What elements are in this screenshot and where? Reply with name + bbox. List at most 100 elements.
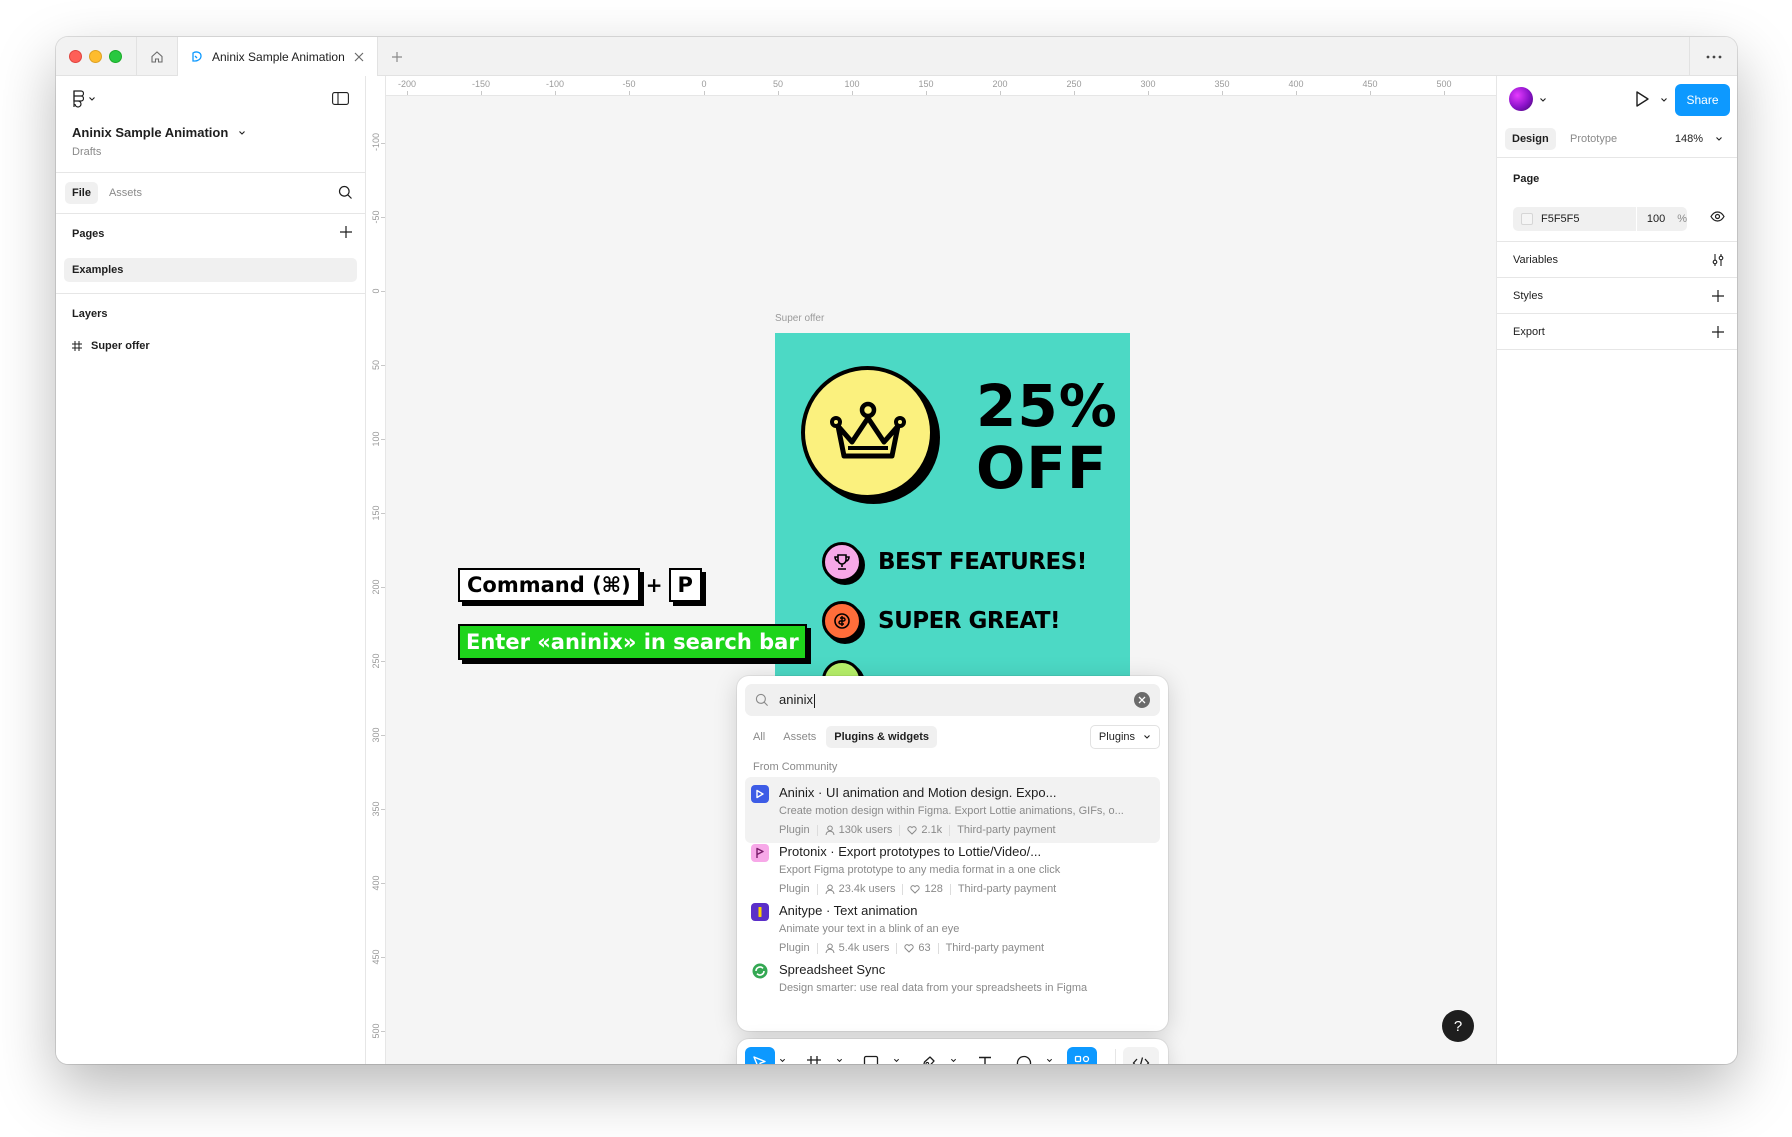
layers-title: Layers	[72, 308, 108, 320]
offer-percent: 25%	[976, 372, 1118, 440]
page-item-examples[interactable]: Examples	[64, 258, 357, 282]
new-tab-button[interactable]	[388, 48, 406, 66]
add-page-button[interactable]	[339, 225, 353, 244]
key-plus: +	[645, 573, 663, 597]
coin-badge	[822, 601, 862, 641]
share-button[interactable]: Share	[1675, 84, 1730, 116]
type-select[interactable]: Plugins	[1089, 725, 1160, 749]
trophy-badge	[822, 542, 862, 582]
page-section: Page F5F5F5 100 %	[1497, 158, 1737, 242]
ruler-label: 400	[1288, 79, 1304, 89]
layer-item-super-offer[interactable]: Super offer	[72, 340, 150, 352]
move-tool-button[interactable]	[745, 1047, 775, 1064]
feature-label: BEST FEATURES!	[878, 549, 1087, 575]
user-icon	[825, 943, 835, 953]
text-icon	[979, 1056, 991, 1064]
chevron-down-icon[interactable]	[1539, 96, 1547, 104]
variables-section: Variables	[1497, 242, 1737, 278]
result-users: 5.4k users	[838, 942, 890, 954]
main-menu-button[interactable]	[72, 90, 96, 108]
filter-assets[interactable]: Assets	[775, 726, 824, 748]
result-title: Anitype · Text animation	[779, 903, 918, 918]
styles-section: Styles	[1497, 278, 1737, 314]
page-color-field[interactable]: F5F5F5 100 %	[1513, 207, 1687, 231]
user-icon	[825, 825, 835, 835]
file-location[interactable]: Drafts	[72, 146, 101, 158]
frame-label[interactable]: Super offer	[775, 313, 824, 324]
close-icon	[1138, 696, 1146, 704]
search-input[interactable]: aninix	[745, 684, 1160, 716]
filter-plugins-widgets[interactable]: Plugins & widgets	[826, 726, 937, 748]
plus-icon[interactable]	[1711, 289, 1725, 303]
search-result[interactable]: Protonix · Export prototypes to Lottie/V…	[745, 836, 1160, 902]
dev-mode-toggle[interactable]	[1123, 1047, 1159, 1064]
search-result[interactable]: Aninix · UI animation and Motion design.…	[745, 777, 1160, 843]
page-opacity[interactable]: 100 %	[1635, 207, 1687, 231]
close-window-button[interactable]	[69, 50, 82, 63]
tab-file[interactable]: File	[65, 182, 98, 204]
filter-all[interactable]: All	[745, 726, 773, 748]
more-options-button[interactable]	[1689, 37, 1737, 76]
ruler-label: 200	[371, 579, 381, 595]
super-offer-frame[interactable]: 25% OFF BEST FEATURES! SUPER GREAT!	[775, 333, 1130, 678]
result-title: Protonix · Export prototypes to Lottie/V…	[779, 844, 1042, 859]
search-query-text: aninix	[779, 692, 813, 708]
chevron-down-icon[interactable]	[950, 1057, 957, 1064]
ellipsis-icon	[1706, 55, 1721, 58]
tab-assets[interactable]: Assets	[102, 182, 149, 204]
chevron-down-icon[interactable]	[1046, 1057, 1053, 1064]
avatar[interactable]	[1509, 87, 1533, 111]
chevron-down-icon[interactable]	[1660, 96, 1668, 104]
present-icon[interactable]	[1634, 90, 1650, 108]
result-meta: Plugin 5.4k users 63 Third-party payment	[779, 942, 1044, 954]
ruler-label: 350	[1214, 79, 1230, 89]
crown-badge	[801, 366, 934, 499]
chevron-down-icon[interactable]	[893, 1057, 900, 1064]
offer-off: OFF	[976, 434, 1108, 502]
toggle-sidebar-button[interactable]	[332, 92, 349, 110]
search-result[interactable]: Spreadsheet Sync Design smarter: use rea…	[745, 954, 1160, 1020]
zoom-window-button[interactable]	[109, 50, 122, 63]
spreadsheet-sync-icon	[751, 962, 769, 980]
variables-settings-icon[interactable]	[1711, 253, 1725, 267]
plus-icon	[392, 52, 402, 62]
chevron-down-icon	[239, 130, 246, 135]
frame-tool-button[interactable]	[799, 1047, 829, 1064]
text-tool-button[interactable]	[970, 1047, 1000, 1064]
help-button[interactable]: ?	[1442, 1010, 1474, 1042]
layers-search-button[interactable]	[338, 185, 353, 205]
search-result[interactable]: Anitype · Text animation Animate your te…	[745, 895, 1160, 961]
result-pricing: Third-party payment	[957, 824, 1056, 836]
ruler-label: -50	[371, 210, 381, 224]
result-pricing: Third-party payment	[957, 883, 1057, 895]
tab-active-file[interactable]: Aninix Sample Animation	[178, 37, 378, 77]
pen-tool-button[interactable]	[913, 1047, 943, 1064]
rectangle-tool-button[interactable]	[856, 1047, 886, 1064]
minimize-window-button[interactable]	[89, 50, 102, 63]
plus-icon	[340, 226, 352, 238]
canvas[interactable]: -200 -150 -100 -50 0 50 100 150 200 250 …	[366, 76, 1496, 1064]
resources-tool-button[interactable]	[1067, 1047, 1097, 1064]
comment-tool-button[interactable]	[1009, 1047, 1039, 1064]
tab-close-button[interactable]	[351, 49, 367, 65]
tab-design[interactable]: Design	[1505, 128, 1556, 150]
zoom-menu[interactable]: 148%	[1675, 133, 1723, 145]
chevron-down-icon[interactable]	[836, 1057, 843, 1064]
home-button[interactable]	[136, 37, 178, 76]
file-name-menu[interactable]: Aninix Sample Animation	[72, 125, 246, 140]
chevron-down-icon[interactable]	[779, 1057, 786, 1064]
plus-icon[interactable]	[1711, 325, 1725, 339]
page-color-hex[interactable]: F5F5F5	[1541, 213, 1636, 225]
clear-search-button[interactable]	[1134, 692, 1150, 708]
result-likes: 2.1k	[921, 824, 943, 836]
ruler-label: 500	[1436, 79, 1452, 89]
heart-icon	[910, 884, 921, 894]
eye-icon[interactable]	[1710, 211, 1725, 222]
tab-prototype[interactable]: Prototype	[1563, 128, 1624, 150]
variables-title: Variables	[1513, 254, 1559, 266]
color-swatch[interactable]	[1521, 213, 1533, 225]
ruler-label: 0	[701, 79, 707, 89]
ruler-label: 300	[371, 727, 381, 743]
search-query[interactable]: aninix	[779, 692, 1134, 708]
feature-row: SUPER GREAT!	[822, 601, 1061, 641]
